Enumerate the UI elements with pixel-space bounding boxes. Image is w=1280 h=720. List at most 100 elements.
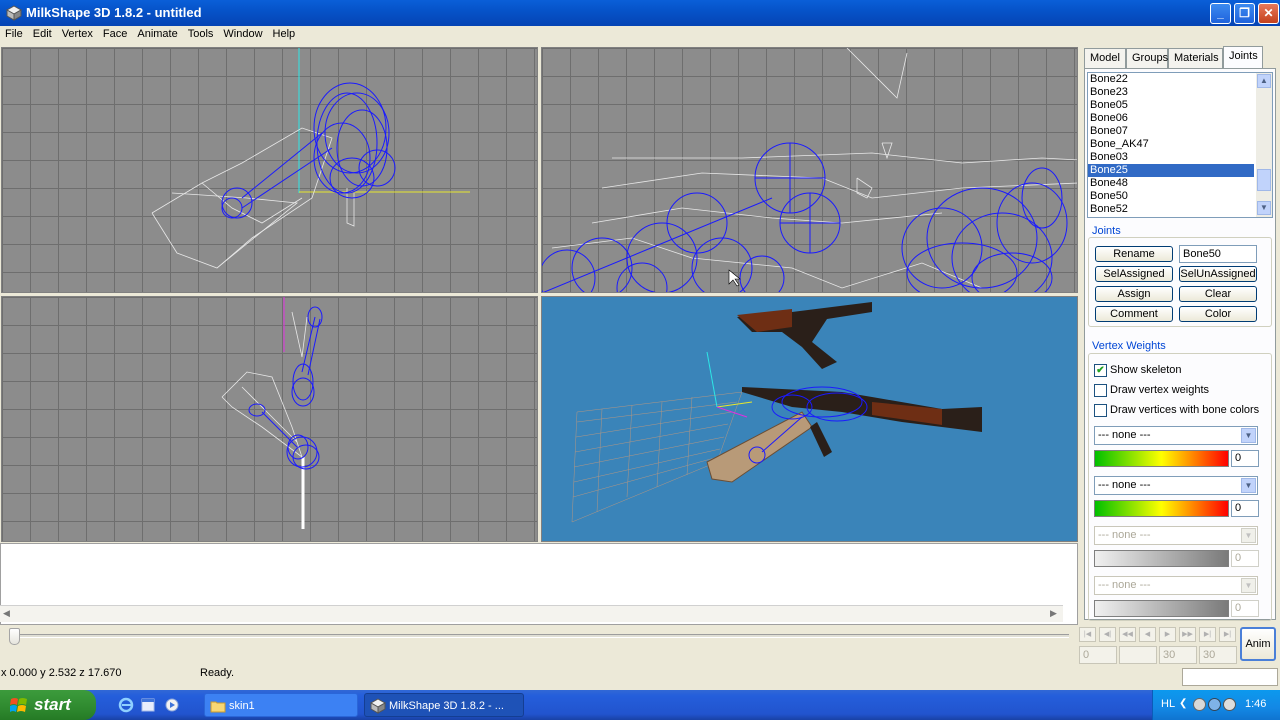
draw-vertex-weights-label: Draw vertex weights bbox=[1110, 384, 1210, 396]
scroll-thumb[interactable] bbox=[1257, 169, 1271, 191]
menu-window[interactable]: Window bbox=[218, 26, 267, 40]
rewind-icon: ◀◀ bbox=[1119, 627, 1136, 642]
comment-button[interactable]: Comment bbox=[1095, 306, 1173, 322]
menu-bar: File Edit Vertex Face Animate Tools Window Help bbox=[0, 26, 1280, 45]
weight-value-2[interactable]: 0 bbox=[1231, 500, 1259, 517]
weight-bone-select-1-value: --- none --- bbox=[1098, 429, 1151, 441]
scroll-up-icon[interactable]: ▲ bbox=[1257, 74, 1271, 88]
show-skeleton-checkbox[interactable]: ✔ bbox=[1094, 364, 1107, 377]
menu-help[interactable]: Help bbox=[268, 26, 301, 40]
tab-model[interactable]: Model bbox=[1084, 48, 1126, 68]
windows-logo-icon bbox=[10, 698, 27, 712]
list-item[interactable]: Bone50 bbox=[1088, 190, 1254, 203]
chevron-down-icon: ▼ bbox=[1241, 578, 1256, 593]
viewport-side[interactable] bbox=[541, 47, 1078, 293]
list-item[interactable]: Bone05 bbox=[1088, 99, 1254, 112]
scroll-left-icon[interactable]: ◀ bbox=[3, 608, 10, 619]
next-keyframe-icon: ▶| bbox=[1199, 627, 1216, 642]
task-milkshape[interactable]: MilkShape 3D 1.8.2 - ... bbox=[364, 693, 524, 717]
horizontal-scrollbar[interactable]: ◀ ▶ bbox=[0, 605, 1063, 622]
anim-button[interactable]: Anim bbox=[1240, 627, 1276, 661]
language-indicator[interactable]: HL bbox=[1161, 698, 1175, 710]
frame-start-field: 0 bbox=[1079, 646, 1117, 664]
viewport-front[interactable] bbox=[1, 47, 538, 293]
weight-bone-select-3-value: --- none --- bbox=[1098, 529, 1151, 541]
show-desktop-icon[interactable] bbox=[140, 697, 156, 713]
list-item[interactable]: Bone22 bbox=[1088, 73, 1254, 86]
frame-slider-track[interactable] bbox=[14, 634, 1069, 638]
assign-button[interactable]: Assign bbox=[1095, 286, 1173, 302]
frame-slider-thumb[interactable] bbox=[9, 628, 20, 645]
weight-bone-select-2[interactable]: --- none --- ▼ bbox=[1094, 476, 1258, 495]
previous-keyframe-icon: ◀| bbox=[1099, 627, 1116, 642]
list-item-selected[interactable]: Bone25 bbox=[1088, 164, 1254, 177]
weight-bone-select-1[interactable]: --- none --- ▼ bbox=[1094, 426, 1258, 445]
list-item[interactable]: Bone52 bbox=[1088, 203, 1254, 216]
viewport-3d[interactable] bbox=[541, 296, 1078, 542]
rendered-model bbox=[571, 302, 982, 523]
menu-edit[interactable]: Edit bbox=[28, 26, 57, 40]
draw-vertices-bone-colors-checkbox[interactable] bbox=[1094, 404, 1107, 417]
windows-taskbar: start skin1 MilkShape 3D 1.8.2 - ... HL … bbox=[0, 690, 1280, 720]
bone-list[interactable]: Bone22 Bone23 Bone05 Bone06 Bone07 Bone_… bbox=[1087, 72, 1273, 218]
minimize-button[interactable]: _ bbox=[1210, 3, 1231, 24]
list-item[interactable]: Bone48 bbox=[1088, 177, 1254, 190]
task-skin1-label: skin1 bbox=[229, 700, 255, 712]
clear-button[interactable]: Clear bbox=[1179, 286, 1257, 302]
joint-name-field[interactable]: Bone50 bbox=[1179, 245, 1257, 263]
tab-joints[interactable]: Joints bbox=[1223, 46, 1263, 68]
bone-list-scrollbar[interactable]: ▲ ▼ bbox=[1256, 73, 1272, 217]
show-skeleton-label: Show skeleton bbox=[1110, 364, 1182, 376]
color-button[interactable]: Color bbox=[1179, 306, 1257, 322]
menu-animate[interactable]: Animate bbox=[132, 26, 182, 40]
fast-forward-icon: ▶▶ bbox=[1179, 627, 1196, 642]
weight-bone-select-2-value: --- none --- bbox=[1098, 479, 1151, 491]
sel-assigned-button[interactable]: SelAssigned bbox=[1095, 266, 1173, 282]
menu-file[interactable]: File bbox=[0, 26, 28, 40]
chevron-down-icon[interactable]: ▼ bbox=[1241, 478, 1256, 493]
maximize-button[interactable]: ❐ bbox=[1234, 3, 1255, 24]
menu-tools[interactable]: Tools bbox=[183, 26, 219, 40]
list-item[interactable]: Bone_AK47 bbox=[1088, 138, 1254, 151]
sel-unassigned-button[interactable]: SelUnAssigned bbox=[1179, 266, 1257, 282]
media-player-icon[interactable] bbox=[164, 697, 180, 713]
draw-vertex-weights-checkbox[interactable] bbox=[1094, 384, 1107, 397]
close-button[interactable]: ✕ bbox=[1258, 3, 1279, 24]
list-item[interactable]: Bone23 bbox=[1088, 86, 1254, 99]
tray-volume-icon[interactable] bbox=[1193, 698, 1206, 711]
wireframe-model bbox=[221, 297, 323, 529]
tray-expand-icon[interactable]: ❮ bbox=[1179, 698, 1187, 709]
play-icon: ▶ bbox=[1159, 627, 1176, 642]
scroll-down-icon[interactable]: ▼ bbox=[1257, 201, 1271, 215]
weight-gradient-2[interactable] bbox=[1094, 500, 1229, 517]
weight-gradient-1[interactable] bbox=[1094, 450, 1229, 467]
cursor-coordinates: x 0.000 y 2.532 z 17.670 bbox=[1, 667, 122, 679]
scroll-right-icon[interactable]: ▶ bbox=[1050, 608, 1057, 619]
menu-face[interactable]: Face bbox=[98, 26, 132, 40]
list-item[interactable]: Bone03 bbox=[1088, 151, 1254, 164]
previous-frame-icon: ◀ bbox=[1139, 627, 1156, 642]
menu-vertex[interactable]: Vertex bbox=[57, 26, 98, 40]
viewport-top[interactable] bbox=[1, 296, 538, 542]
wireframe-model bbox=[151, 48, 470, 269]
weight-value-1[interactable]: 0 bbox=[1231, 450, 1259, 467]
tray-app-icon[interactable] bbox=[1223, 698, 1236, 711]
start-button[interactable]: start bbox=[0, 690, 96, 720]
tab-groups[interactable]: Groups bbox=[1126, 48, 1168, 68]
tray-network-icon[interactable] bbox=[1208, 698, 1221, 711]
list-item[interactable]: Bone07 bbox=[1088, 125, 1254, 138]
weight-gradient-4 bbox=[1094, 600, 1229, 617]
weight-bone-select-4: --- none --- ▼ bbox=[1094, 576, 1258, 595]
title-bar[interactable]: MilkShape 3D 1.8.2 - untitled _ ❐ ✕ bbox=[0, 0, 1280, 26]
task-skin1[interactable]: skin1 bbox=[204, 693, 358, 717]
rename-button[interactable]: Rename bbox=[1095, 246, 1173, 262]
milkshape-app-icon bbox=[370, 698, 386, 714]
list-item[interactable]: Bone06 bbox=[1088, 112, 1254, 125]
internet-explorer-icon[interactable] bbox=[118, 697, 134, 713]
tab-materials[interactable]: Materials bbox=[1168, 48, 1223, 68]
mouse-cursor bbox=[728, 269, 741, 287]
chevron-down-icon[interactable]: ▼ bbox=[1241, 428, 1256, 443]
vertex-weights-label: Vertex Weights bbox=[1090, 340, 1168, 352]
frame-total-field: 30 bbox=[1199, 646, 1237, 664]
frame-current-field bbox=[1119, 646, 1157, 664]
